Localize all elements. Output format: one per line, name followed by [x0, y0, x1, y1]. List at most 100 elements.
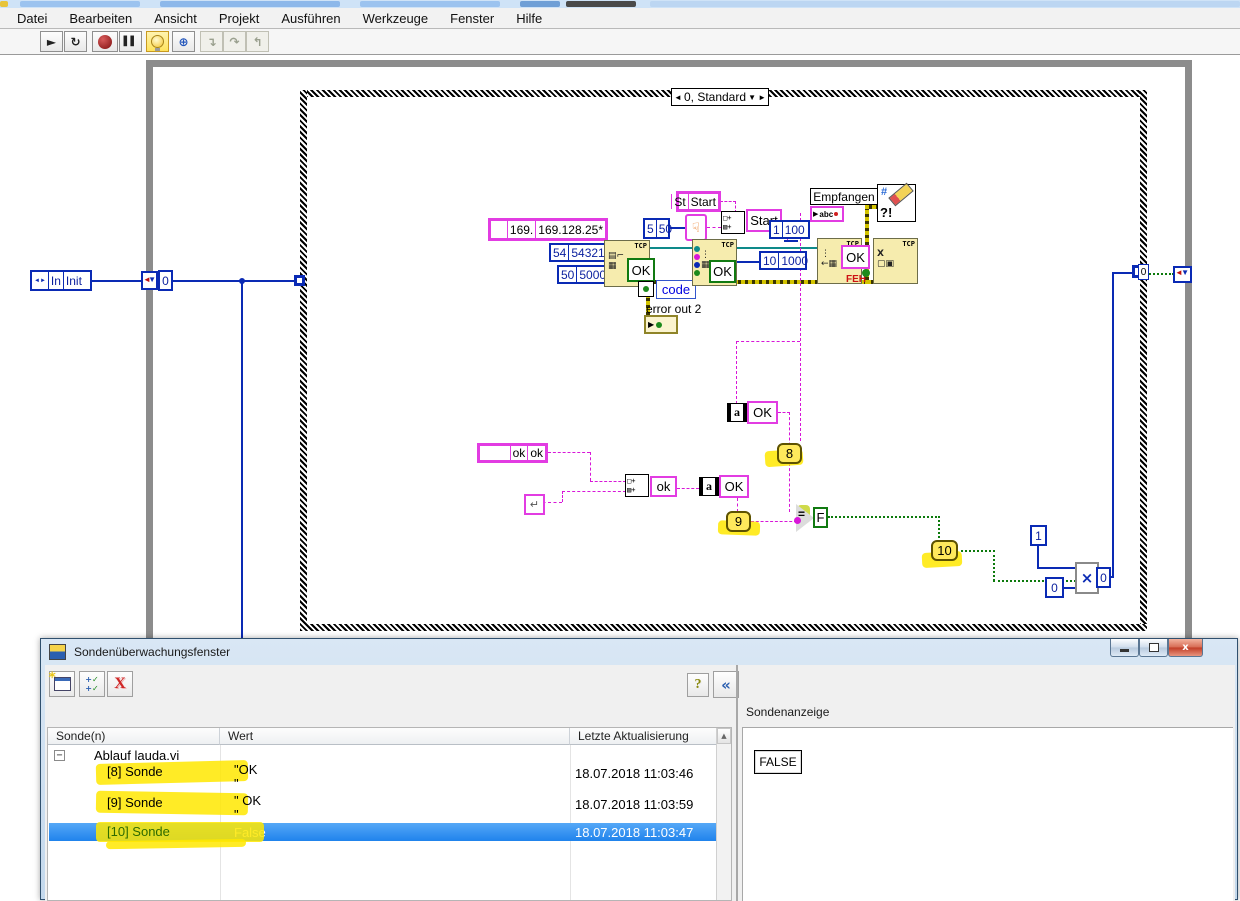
to-upper-case-node-1[interactable]: a: [727, 403, 747, 422]
tree-root-label[interactable]: Ablauf lauda.vi: [94, 748, 179, 763]
pause-button[interactable]: ▌▌: [119, 31, 142, 52]
wire[interactable]: [172, 280, 296, 282]
case-structure-border-bottom[interactable]: [300, 624, 1147, 631]
constant-1-select[interactable]: 1: [1030, 525, 1047, 546]
string-wire[interactable]: [736, 341, 737, 404]
case-structure-border-right[interactable]: [1140, 90, 1147, 631]
probe-ok-lower[interactable]: ok: [650, 476, 677, 497]
probe-ok-4[interactable]: OK: [747, 401, 778, 424]
probe-9[interactable]: 9: [726, 511, 751, 532]
highlight-execution-button[interactable]: [146, 31, 169, 52]
run-continuous-button[interactable]: ↻: [64, 31, 87, 52]
string-wire[interactable]: [548, 452, 590, 453]
boolean-wire[interactable]: [1146, 273, 1174, 275]
wire[interactable]: [1112, 272, 1133, 274]
menu-datei[interactable]: Datei: [6, 11, 58, 26]
panel-splitter[interactable]: [736, 665, 738, 901]
string-wire[interactable]: [562, 491, 563, 502]
string-wire[interactable]: [562, 491, 626, 492]
add-probe-button[interactable]: +✓ +✓: [79, 671, 105, 697]
probe-ok-2[interactable]: OK: [709, 260, 736, 283]
wait-ms-node[interactable]: ☟: [685, 214, 707, 241]
case-tunnel-left[interactable]: [294, 275, 305, 286]
error-out-2-indicator[interactable]: ▶: [644, 315, 678, 334]
menu-projekt[interactable]: Projekt: [208, 11, 270, 26]
concatenate-strings-node-1[interactable]: □+ ▨+: [721, 211, 745, 234]
step-into-button[interactable]: ↴: [200, 31, 223, 52]
constant-1000[interactable]: 10 1000: [759, 251, 808, 270]
probe-0-tunnel[interactable]: 0: [1138, 264, 1149, 280]
case-selector[interactable]: ◄ 0, Standard ▼ ►: [671, 88, 769, 106]
enum-constant-init[interactable]: ◄► In Init: [30, 270, 92, 291]
probe-ok-5[interactable]: OK: [719, 475, 749, 498]
column-header-sonde[interactable]: Sonde(n): [48, 728, 220, 745]
menu-fenster[interactable]: Fenster: [439, 11, 505, 26]
case-dropdown-icon[interactable]: ▼: [748, 93, 756, 102]
probe-0-select-out[interactable]: 0: [1096, 567, 1111, 588]
close-button[interactable]: x: [1168, 639, 1203, 657]
while-loop-border-right[interactable]: [1185, 60, 1192, 640]
while-loop-border-left[interactable]: [146, 60, 153, 640]
menu-ansicht[interactable]: Ansicht: [143, 11, 208, 26]
port-constant-54321[interactable]: 54 54321: [549, 243, 608, 262]
case-prev-icon[interactable]: ◄: [674, 93, 682, 102]
shift-register-right[interactable]: ◄ ▼: [1173, 266, 1192, 283]
tree-expander[interactable]: −: [54, 750, 65, 761]
restore-button[interactable]: [1139, 639, 1168, 657]
boolean-indicator-false[interactable]: FALSE: [754, 750, 802, 774]
delete-probe-button[interactable]: X: [107, 671, 133, 697]
abort-button[interactable]: [92, 31, 118, 52]
wire[interactable]: [784, 240, 798, 242]
probe-ok-3[interactable]: OK: [841, 245, 870, 269]
probe-8[interactable]: 8: [777, 443, 802, 464]
concatenate-strings-node-2[interactable]: □+ ▨+: [625, 474, 649, 497]
tcp-close-node[interactable]: TCP X ▢▣: [873, 238, 918, 284]
step-out-button[interactable]: ↰: [246, 31, 269, 52]
menu-bearbeiten[interactable]: Bearbeiten: [58, 11, 143, 26]
new-probe-window-button[interactable]: *: [49, 670, 75, 697]
run-button[interactable]: ►: [40, 31, 63, 52]
ip-string-constant[interactable]: 169. 169.128.25*: [488, 218, 608, 241]
string-wire[interactable]: [707, 227, 721, 228]
wire[interactable]: [1037, 567, 1076, 569]
retain-wire-values-button[interactable]: ⊕: [172, 31, 195, 52]
probe-row-name[interactable]: [8] Sonde: [107, 764, 163, 779]
probe-10[interactable]: 10: [931, 540, 958, 561]
probe-row-name[interactable]: [10] Sonde: [107, 824, 170, 839]
title-bar[interactable]: Sondenüberwachungsfenster: [41, 639, 1237, 665]
probe-ok-1[interactable]: OK: [627, 258, 655, 282]
timeout-constant-50[interactable]: 5 50: [643, 218, 672, 239]
while-loop-border-top[interactable]: [146, 60, 1192, 67]
menu-ausfuehren[interactable]: Ausführen: [270, 11, 351, 26]
string-wire[interactable]: [590, 452, 591, 481]
probe-indicator-0-left[interactable]: 0: [158, 270, 173, 291]
empfangen-string-indicator[interactable]: ▶ abc: [810, 206, 844, 222]
string-wire[interactable]: [590, 481, 626, 482]
clear-errors-vi-icon[interactable]: # ?!: [877, 182, 916, 222]
ok-string-constant[interactable]: ok ok: [477, 443, 548, 463]
to-upper-case-node-2[interactable]: a: [699, 477, 719, 496]
constant-100[interactable]: 1 100: [769, 220, 810, 239]
enum-increment-icon[interactable]: ◄►: [32, 272, 49, 289]
menu-hilfe[interactable]: Hilfe: [505, 11, 553, 26]
table-scrollbar[interactable]: ▲: [716, 728, 731, 900]
string-wire[interactable]: [720, 201, 736, 202]
boolean-wire[interactable]: [956, 550, 995, 552]
shift-register-left[interactable]: ◄ ▼: [141, 271, 158, 290]
timeout-constant-5000[interactable]: 50 5000: [557, 265, 608, 284]
help-button[interactable]: ?: [687, 673, 709, 697]
boolean-wire[interactable]: [993, 550, 995, 581]
case-structure-border-left[interactable]: [300, 90, 307, 631]
wire[interactable]: [1112, 272, 1114, 577]
scroll-up-button[interactable]: ▲: [717, 728, 731, 744]
probe-row-name[interactable]: [9] Sonde: [107, 795, 163, 810]
start-string-constant[interactable]: St Start: [671, 191, 721, 212]
string-wire[interactable]: [677, 488, 699, 489]
string-wire[interactable]: [737, 498, 738, 512]
wire[interactable]: [92, 280, 141, 282]
case-next-icon[interactable]: ►: [758, 93, 766, 102]
end-of-line-constant[interactable]: ↵: [524, 494, 545, 515]
step-over-button[interactable]: ↷: [223, 31, 246, 52]
minimize-button[interactable]: [1110, 639, 1139, 657]
wire[interactable]: [1037, 546, 1039, 568]
